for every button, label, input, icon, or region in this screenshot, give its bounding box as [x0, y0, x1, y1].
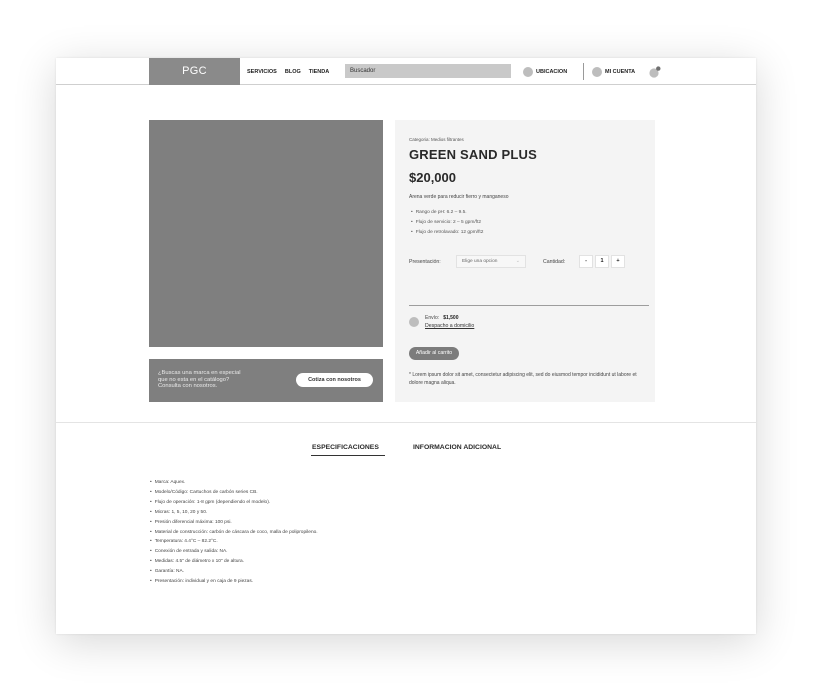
page-card: PGC SERVICIOS BLOG TIENDA Buscador UBICA… [56, 58, 756, 634]
spec-item: Modelo/Código: Cartuchos de carbón serie… [150, 488, 318, 498]
site-header: PGC SERVICIOS BLOG TIENDA Buscador UBICA… [56, 58, 756, 85]
section-divider [56, 422, 756, 423]
search-input[interactable]: Buscador [345, 64, 511, 78]
feature-item: Flujo de retrolavado: 12 gpm/ft2 [411, 228, 484, 238]
product-info-panel: Categoria: Medios filtrantes GREEN SAND … [395, 120, 655, 402]
quantity-stepper: - 1 + [579, 255, 627, 268]
qty-minus-button[interactable]: - [579, 255, 593, 268]
location-icon [523, 66, 533, 77]
specifications-list: Marca: Aquex. Modelo/Código: Cartuchos d… [150, 478, 318, 587]
location-label: UBICACION [536, 68, 568, 75]
spec-item: Medidas: 4.5" de diámetro x 10" de altur… [150, 557, 318, 567]
tab-specifications[interactable]: ESPECIFICACIONES [311, 444, 385, 456]
promo-banner: ¿Buscas una marca en especial que no est… [149, 359, 383, 402]
feature-item: Rango de pH: 6.2 – 9.5. [411, 208, 483, 218]
add-to-cart-button[interactable]: Añadir al carrito [409, 347, 459, 360]
main-nav: SERVICIOS BLOG TIENDA [247, 58, 337, 85]
product-title: GREEN SAND PLUS [409, 147, 537, 162]
shipping-icon [409, 317, 419, 327]
chevron-down-icon: ⌄ [515, 258, 520, 264]
shipping-price: $1,500 [443, 315, 459, 321]
spec-item: Micras: 1, 5, 10, 20 y 50. [150, 508, 318, 518]
account-button[interactable]: MI CUENTA [592, 65, 635, 78]
nav-tienda[interactable]: TIENDA [309, 69, 329, 75]
quantity-label: Cantidad: [543, 259, 566, 265]
feature-item: Flujo de servicio: 2 – 5 gpm/ft2 [411, 218, 483, 228]
spec-item: Presión diferencial máxima: 100 psi. [150, 518, 318, 528]
product-note: * Lorem ipsum dolor sit amet, consectetu… [409, 372, 637, 386]
spec-item: Presentación: individual y en caja de 9 … [150, 577, 318, 587]
product-category: Categoria: Medios filtrantes [409, 137, 464, 142]
shipping-link[interactable]: Despacho a domicilio [425, 323, 474, 329]
product-features: Rango de pH: 6.2 – 9.5. Flujo de servici… [411, 208, 484, 238]
shipping-info: Envío: $1,500 [425, 315, 458, 321]
user-icon [592, 66, 602, 77]
logo[interactable]: PGC [149, 58, 240, 85]
presentation-label: Presentación: [409, 259, 441, 265]
product-image [149, 120, 383, 347]
product-price: $20,000 [409, 170, 456, 185]
product-description: Arena verde para reducir fierro y mangan… [409, 194, 509, 200]
nav-servicios[interactable]: SERVICIOS [247, 69, 277, 75]
spec-item: Material de construcción: carbón de cásc… [150, 528, 318, 538]
spec-item: Temperatura: 4.4°C – 82.2°C. [150, 537, 318, 547]
shipping-label: Envío: [425, 315, 440, 321]
info-divider [409, 305, 649, 306]
cart-icon[interactable] [649, 66, 661, 78]
spec-item: Marca: Aquex. [150, 478, 318, 488]
promo-text: ¿Buscas una marca en especial que no est… [158, 370, 241, 390]
spec-item: Flujo de operación: 1-8 gpm (dependiendo… [150, 498, 318, 508]
presentation-value: Elige una opcion [462, 259, 498, 264]
nav-blog[interactable]: BLOG [285, 69, 301, 75]
account-label: MI CUENTA [605, 68, 636, 75]
presentation-select[interactable]: Elige una opcion ⌄ [456, 255, 526, 268]
header-divider [583, 63, 584, 80]
qty-value[interactable]: 1 [595, 255, 609, 268]
location-button[interactable]: UBICACION [523, 65, 567, 78]
tab-additional-info[interactable]: INFORMACION ADICIONAL [413, 444, 501, 451]
quote-button[interactable]: Cotiza con nosotros [296, 373, 373, 387]
spec-item: Garantía: NA. [150, 567, 318, 577]
spec-item: Conexión de entrada y salida: NA. [150, 547, 318, 557]
qty-plus-button[interactable]: + [611, 255, 625, 268]
